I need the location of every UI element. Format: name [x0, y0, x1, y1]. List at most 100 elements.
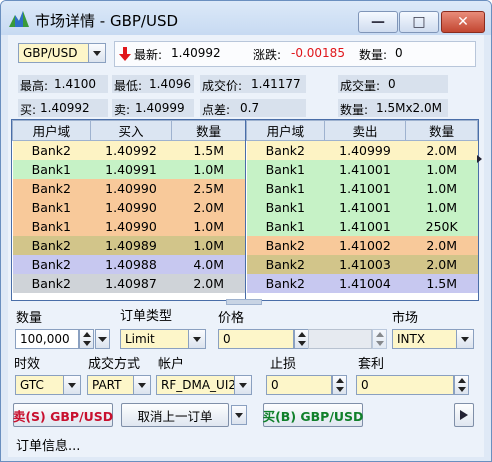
bid-col-domain[interactable]: 用户域 [12, 120, 91, 141]
expand-right-handle[interactable] [477, 152, 483, 166]
ask-book-frame: 用户域 卖出 数量 Bank2 1.40999 2.0M Bank1 1.41001 1.… [245, 119, 479, 301]
bid-qty-cell: 4.0M [193, 257, 225, 272]
profit-input[interactable]: 0 [356, 375, 454, 395]
bid-col-price[interactable]: 买入 [89, 120, 173, 141]
ask-price-cell: 1.41001 [339, 200, 391, 215]
cancel-last-order-button[interactable]: 取消上一订单 [121, 403, 229, 427]
buy-button[interactable]: 买(B) GBP/USD [263, 403, 363, 427]
bid-qty-cell: 1.5M [193, 143, 225, 158]
ask-price-cell: 1.41001 [339, 181, 391, 196]
volume-label: 成交量: [340, 79, 381, 93]
splitter-handle[interactable] [226, 299, 262, 305]
spread-value: 0.7 [240, 101, 260, 115]
bid-book-frame: 用户域 买入 数量 Bank2 1.40992 1.5M Bank1 1.40991 1.… [11, 119, 247, 301]
ask-bank-cell: Bank1 [265, 200, 305, 215]
bid-row[interactable]: Bank1 1.40990 2.0M [12, 198, 246, 217]
app-chart-icon [9, 11, 29, 27]
ask-row[interactable]: Bank2 1.40999 2.0M [246, 140, 478, 160]
ask-row[interactable]: Bank1 1.41001 1.0M [246, 198, 478, 217]
ask-bank-cell: Bank2 [265, 257, 305, 272]
stop-stepper[interactable] [332, 375, 347, 395]
account-select[interactable]: RF_DMA_UI2 [156, 375, 252, 395]
disabled-field [308, 329, 372, 349]
stop-input[interactable]: 0 [266, 375, 332, 395]
bid-bank-cell: Bank2 [31, 257, 71, 272]
chevron-down-icon[interactable] [88, 44, 105, 62]
price-stepper[interactable] [294, 329, 309, 349]
ask-row[interactable]: Bank2 1.41002 2.0M [246, 236, 478, 255]
market-select[interactable]: INTX [392, 329, 474, 349]
size-label: 数量: [340, 103, 369, 117]
bid-bank-cell: Bank2 [31, 276, 71, 291]
bid-bank-cell: Bank2 [31, 143, 71, 158]
minimize-icon: — [371, 14, 385, 30]
more-button[interactable] [454, 403, 474, 427]
minimize-button[interactable]: — [358, 11, 398, 33]
quantity-stepper[interactable] [79, 329, 94, 349]
ask-row[interactable]: Bank1 1.41001 250K [246, 217, 478, 236]
chevron-down-icon[interactable] [133, 376, 150, 394]
ask-row[interactable]: Bank2 1.41003 2.0M [246, 255, 478, 274]
maximize-icon: □ [412, 14, 426, 30]
chevron-down-icon[interactable] [63, 376, 80, 394]
ask-price-cell: 1.41003 [339, 257, 391, 272]
quantity-input[interactable]: 100,000 [15, 329, 79, 349]
price-input[interactable]: 0 [218, 329, 294, 349]
latest-label: 最新: [134, 48, 163, 62]
high-label: 最高: [20, 79, 49, 93]
symbol-select[interactable]: GBP/USD [18, 43, 106, 63]
fill-select[interactable]: PART [87, 375, 151, 395]
ask-price-cell: 1.41002 [339, 238, 391, 253]
cancel-dropdown[interactable] [231, 405, 247, 425]
profit-label: 套利 [358, 357, 385, 372]
ask-col-domain[interactable]: 用户域 [246, 120, 325, 141]
bid-row[interactable]: Bank1 1.40990 1.0M [12, 217, 246, 236]
order-type-value: Limit [125, 332, 155, 346]
ask-row[interactable]: Bank2 1.41004 1.5M [246, 274, 478, 293]
price-label: 价格 [218, 311, 245, 326]
ask-row[interactable]: Bank1 1.41001 1.0M [246, 160, 478, 179]
tif-select[interactable]: GTC [15, 375, 81, 395]
avg-value: 1.41177 [251, 77, 301, 91]
close-button[interactable]: ✕ [441, 11, 485, 33]
tif-label: 时效 [14, 357, 41, 372]
chevron-down-icon[interactable] [188, 330, 205, 348]
ask-qty-cell: 2.0M [426, 257, 458, 272]
change-label: 涨跌: [253, 48, 282, 62]
chevron-down-icon[interactable] [234, 376, 251, 394]
ask-bank-cell: Bank2 [265, 238, 305, 253]
market-label: 市场 [392, 311, 419, 326]
client-area: GBP/USD 最新: 1.40992 涨跌: -0.00185 数量: 0 最… [8, 35, 484, 457]
ask-col-qty[interactable]: 数量 [405, 120, 478, 141]
bid-col-qty[interactable]: 数量 [171, 120, 246, 141]
ask-bank-cell: Bank1 [265, 219, 305, 234]
bid-row[interactable]: Bank2 1.40987 2.0M [12, 274, 246, 293]
bid-price-cell: 1.40989 [105, 238, 157, 253]
bid-row[interactable]: Bank2 1.40990 2.5M [12, 179, 246, 198]
ask-col-price[interactable]: 卖出 [323, 120, 407, 141]
ask-row[interactable]: Bank1 1.41001 1.0M [246, 179, 478, 198]
bid-row[interactable]: Bank1 1.40991 1.0M [12, 160, 246, 179]
bid-row[interactable]: Bank2 1.40988 4.0M [12, 255, 246, 274]
sell-button[interactable]: 卖(S) GBP/USD [13, 403, 113, 427]
bid-bank-cell: Bank1 [31, 200, 71, 215]
bid-bank-cell: Bank2 [31, 181, 71, 196]
ask-book-table: 用户域 卖出 数量 Bank2 1.40999 2.0M Bank1 1.41001 1.… [246, 120, 478, 293]
fill-label: 成交方式 [88, 357, 141, 372]
chevron-down-icon[interactable] [456, 330, 473, 348]
order-type-select[interactable]: Limit [120, 329, 206, 349]
price-value: 0 [223, 332, 231, 346]
bid-price-cell: 1.40987 [105, 276, 157, 291]
header-quantity-label: 数量: [359, 48, 388, 62]
title-bar[interactable]: 市场详情 - GBP/USD — □ ✕ [1, 1, 491, 35]
quantity-dropdown[interactable] [95, 329, 110, 349]
bid-row[interactable]: Bank2 1.40989 1.0M [12, 236, 246, 255]
window-title: 市场详情 - GBP/USD [35, 12, 179, 30]
bid-row[interactable]: Bank2 1.40992 1.5M [12, 140, 246, 160]
profit-stepper[interactable] [454, 375, 469, 395]
ask-qty-cell: 1.0M [426, 200, 458, 215]
ask-bank-cell: Bank2 [265, 143, 305, 158]
maximize-button[interactable]: □ [399, 11, 439, 33]
order-type-label: 订单类型 [120, 309, 173, 324]
order-info-link[interactable]: 订单信息... [16, 435, 80, 454]
